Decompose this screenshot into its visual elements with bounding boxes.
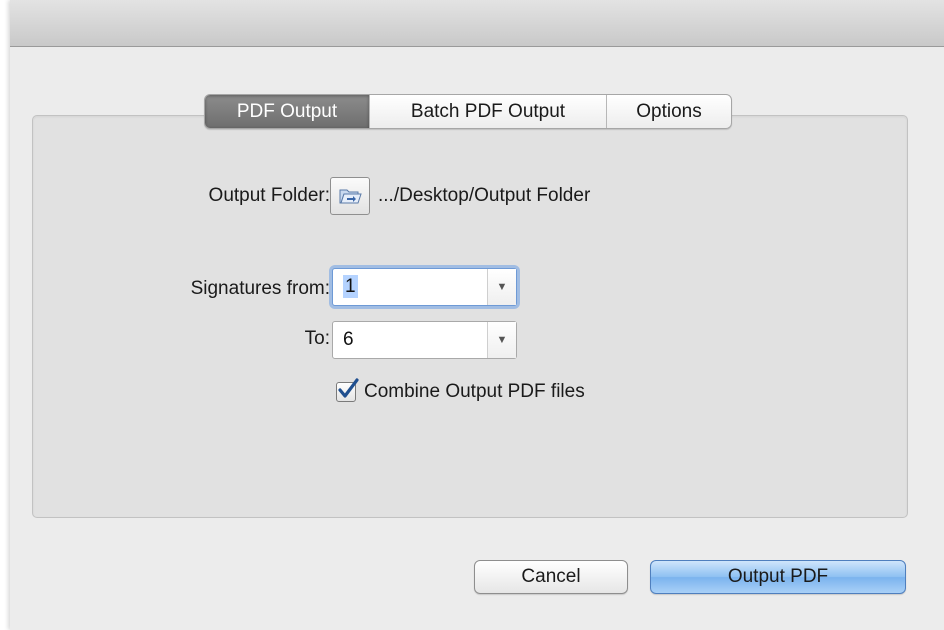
signatures-from-value[interactable]: 1 — [333, 269, 487, 305]
combine-checkbox-label[interactable]: Combine Output PDF files — [364, 381, 585, 403]
tab-panel — [32, 115, 908, 518]
signatures-from-combo[interactable]: 1 ▼ — [332, 268, 517, 306]
output-folder-path: .../Desktop/Output Folder — [378, 185, 591, 206]
signatures-to-value[interactable]: 6 — [333, 322, 487, 358]
combine-checkbox-row[interactable]: Combine Output PDF files — [336, 378, 585, 403]
tab-options[interactable]: Options — [607, 95, 731, 128]
signatures-to-combo[interactable]: 6 ▼ — [332, 321, 517, 359]
checkmark-icon — [338, 378, 359, 398]
signatures-from-label: Signatures from: — [190, 278, 330, 299]
tab-batch-pdf-output[interactable]: Batch PDF Output — [370, 95, 607, 128]
choose-folder-button[interactable] — [330, 177, 370, 215]
title-bar[interactable] — [10, 0, 944, 47]
chevron-down-icon[interactable]: ▼ — [487, 322, 516, 358]
signatures-to-label: To: — [304, 328, 330, 349]
combine-checkbox[interactable] — [336, 378, 359, 402]
folder-open-icon — [339, 189, 362, 204]
tab-bar: PDF Output Batch PDF Output Options — [204, 94, 732, 129]
output-folder-label: Output Folder: — [208, 185, 330, 206]
cancel-button[interactable]: Cancel — [474, 560, 628, 594]
output-pdf-button[interactable]: Output PDF — [650, 560, 906, 594]
tab-pdf-output[interactable]: PDF Output — [205, 95, 370, 128]
chevron-down-icon[interactable]: ▼ — [487, 269, 516, 305]
